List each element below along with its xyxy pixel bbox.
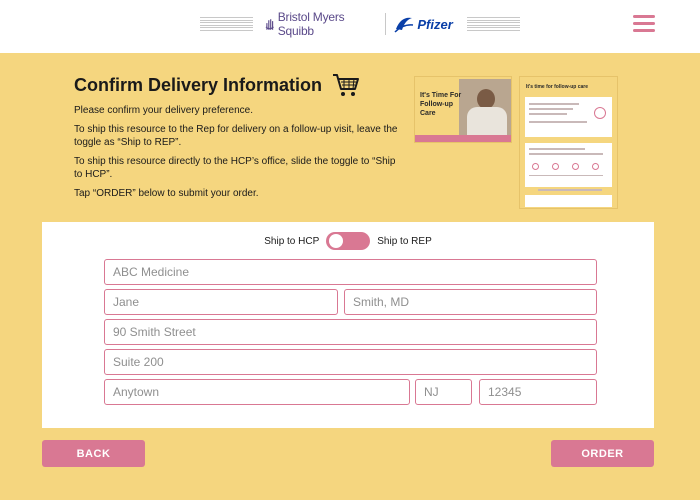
state-input[interactable]: [415, 379, 472, 405]
bms-logo: Bristol Myers Squibb: [265, 10, 378, 38]
instruction-paragraph: To ship this resource directly to the HC…: [74, 156, 396, 180]
order-button[interactable]: ORDER: [551, 440, 654, 467]
ship-to-toggle[interactable]: [326, 232, 371, 250]
sheet-preview-image: It's time for follow-up care: [519, 76, 618, 209]
pfizer-helix-icon: [394, 17, 414, 33]
delivery-form: Ship to HCP Ship to REP: [42, 222, 654, 428]
title-row: Confirm Delivery Information: [74, 72, 404, 98]
sheet-preview-title: It's time for follow-up care: [526, 84, 589, 90]
instruction-paragraph: Please confirm your delivery preference.: [74, 105, 253, 116]
toggle-label-rep: Ship to REP: [377, 235, 432, 247]
decorative-stripes-right: [466, 17, 520, 31]
city-input[interactable]: [104, 379, 410, 405]
last-name-input[interactable]: [344, 289, 597, 315]
address-line1-input[interactable]: [104, 319, 597, 345]
instruction-paragraph: To ship this resource to the Rep for del…: [74, 124, 398, 148]
back-button[interactable]: BACK: [42, 440, 145, 467]
toggle-label-hcp: Ship to HCP: [264, 235, 320, 247]
zip-input[interactable]: [479, 379, 597, 405]
brochure-preview-image: It's Time For Follow-up Care: [414, 76, 512, 143]
practice-name-input[interactable]: [104, 259, 597, 285]
page-title: Confirm Delivery Information: [74, 74, 323, 95]
logo-divider: [385, 13, 387, 35]
shopping-cart-icon: [333, 74, 360, 96]
brochure-preview-title: It's Time For Follow-up Care: [420, 92, 462, 117]
first-name-input[interactable]: [104, 289, 338, 315]
hamburger-menu-icon[interactable]: [633, 15, 655, 32]
bms-logo-text: Bristol Myers Squibb: [277, 10, 345, 38]
ship-toggle-row: Ship to HCP Ship to REP: [42, 231, 654, 251]
toggle-knob[interactable]: [329, 234, 344, 248]
top-bar: Bristol Myers Squibb Pfizer: [0, 0, 700, 53]
instruction-paragraph: Tap “ORDER” below to submit your order.: [74, 188, 259, 199]
bms-hand-icon: [265, 18, 275, 30]
brand-logos: Bristol Myers Squibb Pfizer: [200, 10, 520, 38]
decorative-stripes-left: [200, 17, 254, 31]
address-line2-input[interactable]: [104, 349, 597, 375]
pfizer-logo: Pfizer: [393, 14, 453, 34]
pfizer-logo-text: Pfizer: [417, 16, 453, 32]
delivery-instructions: Confirm Delivery Information Please conf…: [74, 72, 404, 200]
